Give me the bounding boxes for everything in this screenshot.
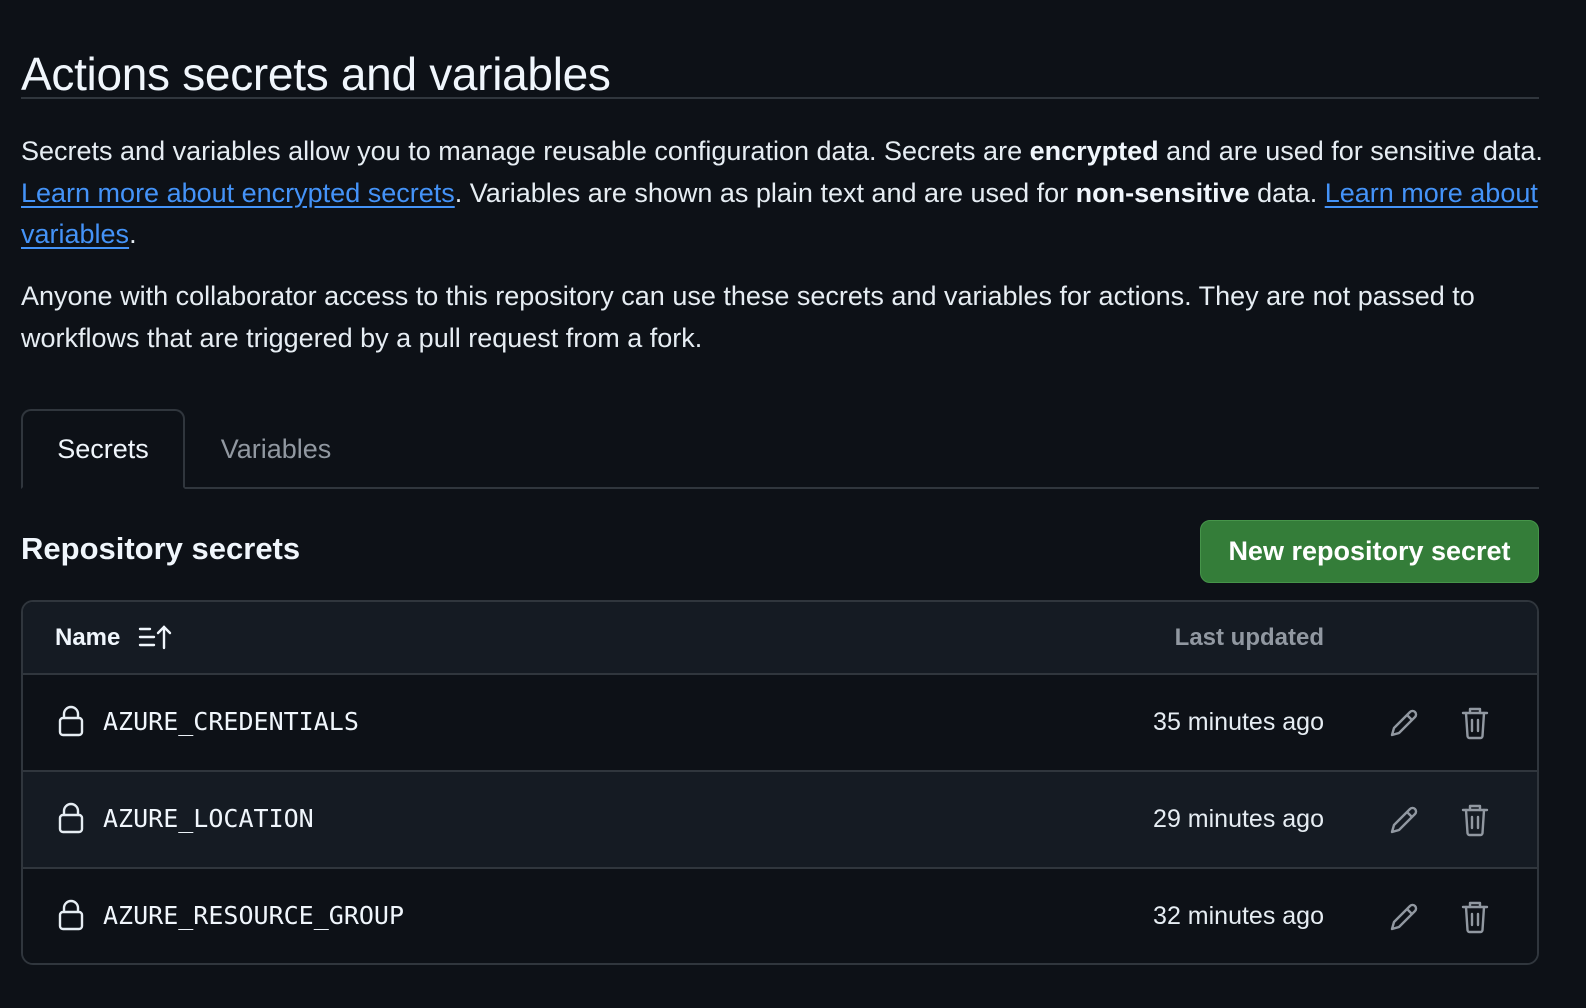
table-row: AZURE_RESOURCE_GROUP 32 minutes ago: [23, 869, 1537, 963]
table-row: AZURE_LOCATION 29 minutes ago: [23, 772, 1537, 869]
secret-name: AZURE_CREDENTIALS: [103, 707, 359, 736]
intro-text-3: . Variables are shown as plain text and …: [454, 177, 1076, 208]
learn-more-secrets-link[interactable]: Learn more about encrypted secrets: [21, 178, 455, 208]
secret-last-updated: 29 minutes ago: [1153, 805, 1324, 833]
secrets-table: Name Last updated AZURE_CREDENTIALS 35 m…: [21, 600, 1539, 965]
new-repository-secret-button[interactable]: New repository secret: [1200, 520, 1539, 583]
secret-last-updated: 32 minutes ago: [1153, 902, 1324, 930]
intro-text-4: data.: [1249, 177, 1325, 208]
table-row: AZURE_CREDENTIALS 35 minutes ago: [23, 675, 1537, 772]
secret-last-updated: 35 minutes ago: [1153, 708, 1324, 736]
column-header-last-updated: Last updated: [1174, 624, 1324, 651]
lock-icon: [57, 705, 85, 737]
section-title: Repository secrets: [21, 531, 301, 566]
pencil-icon[interactable]: [1387, 706, 1421, 740]
pencil-icon[interactable]: [1387, 803, 1421, 837]
page: Actions secrets and variables Secrets an…: [0, 0, 1586, 1008]
tab-variables[interactable]: Variables: [201, 409, 351, 489]
intro-bold-encrypted: encrypted: [1029, 136, 1159, 166]
column-header-name[interactable]: Name: [55, 624, 120, 652]
pencil-icon[interactable]: [1387, 900, 1421, 934]
intro-bold-non-sensitive: non-sensitive: [1075, 177, 1250, 208]
access-note: Anyone with collaborator access to this …: [21, 281, 1475, 353]
lock-icon: [57, 802, 85, 834]
tab-secrets[interactable]: Secrets: [21, 409, 185, 489]
trash-icon[interactable]: [1460, 802, 1490, 838]
secret-name: AZURE_RESOURCE_GROUP: [103, 901, 405, 930]
sort-ascending-icon[interactable]: [137, 624, 173, 652]
title-divider: [21, 97, 1539, 99]
intro-text-1: Secrets and variables allow you to manag…: [21, 136, 1030, 166]
table-header: Name Last updated: [23, 602, 1537, 675]
trash-icon[interactable]: [1460, 705, 1490, 741]
intro-text-5: .: [129, 219, 137, 249]
intro-paragraph: Secrets and variables allow you to manag…: [21, 131, 1551, 256]
intro-text-2: and are used for sensitive data.: [1158, 136, 1543, 166]
trash-icon[interactable]: [1460, 899, 1490, 935]
lock-icon: [57, 899, 85, 931]
page-title: Actions secrets and variables: [21, 47, 611, 100]
secret-name: AZURE_LOCATION: [103, 804, 314, 833]
tab-bar: Secrets Variables: [21, 409, 1539, 489]
